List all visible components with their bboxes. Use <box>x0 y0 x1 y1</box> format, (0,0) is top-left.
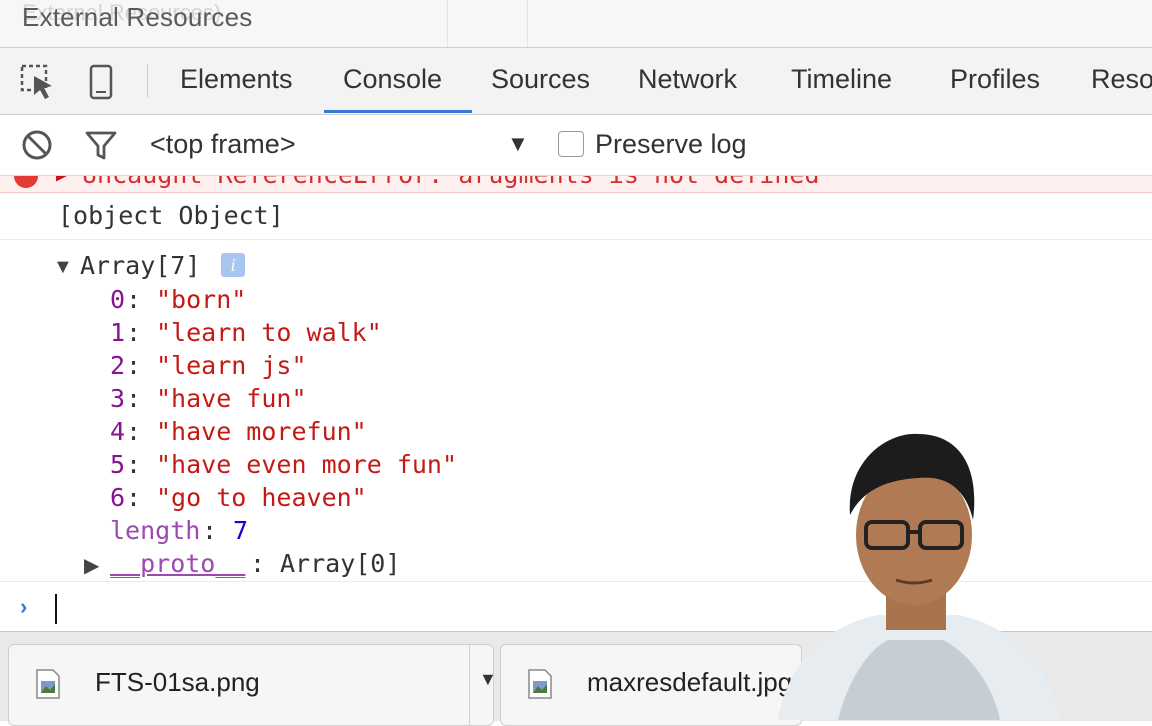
tab-sources[interactable]: Sources <box>491 64 590 95</box>
info-icon[interactable]: i <box>221 253 245 277</box>
prompt-caret-icon: › <box>20 594 28 619</box>
array-entry-index: 6 <box>110 483 126 512</box>
array-entry-index: 0 <box>110 285 126 314</box>
clear-console-icon[interactable] <box>20 128 54 162</box>
tab-elements[interactable]: Elements <box>180 64 293 95</box>
preserve-log-checkbox[interactable] <box>558 131 584 157</box>
error-icon <box>14 176 38 188</box>
collapse-arrow-icon[interactable]: ▼ <box>53 256 73 279</box>
proto-key[interactable]: __proto__ <box>110 549 245 578</box>
array-entry-index: 2 <box>110 351 126 380</box>
log-row: [object Object] <box>0 193 1152 240</box>
tab-profiles[interactable]: Profiles <box>950 64 1040 95</box>
colon: : <box>126 384 142 413</box>
active-tab-indicator <box>324 110 472 113</box>
download-item[interactable]: maxresdefault.jpg <box>500 644 802 726</box>
download-item[interactable]: FTS-01sa.png ▼ <box>8 644 497 726</box>
console-input-cursor[interactable] <box>55 594 57 624</box>
array-entry-value: "born" <box>156 285 247 314</box>
colon: : <box>126 417 142 446</box>
filter-icon[interactable] <box>84 128 118 162</box>
toolbar-divider <box>147 64 148 98</box>
console-toolbar: <top frame> ▼ Preserve log <box>0 115 1152 176</box>
tab-network[interactable]: Network <box>638 64 737 95</box>
devtools-tab-bar: Elements Console Sources Network Timelin… <box>0 48 1152 115</box>
tab-resources[interactable]: Reso <box>1091 64 1152 95</box>
array-entry-index: 4 <box>110 417 126 446</box>
download-filename: FTS-01sa.png <box>95 667 260 697</box>
log-text: [object Object] <box>58 201 284 230</box>
context-selector[interactable]: <top frame> <box>150 129 296 160</box>
presenter-webcam-overlay <box>778 433 1060 720</box>
array-entry-index: 3 <box>110 384 126 413</box>
window-title-bar: External Resources) External Resources <box>0 0 1152 48</box>
preserve-log-label[interactable]: Preserve log <box>595 129 747 160</box>
expand-arrow-icon[interactable]: ▶ <box>56 176 71 185</box>
expand-arrow-icon[interactable]: ▶ <box>84 553 99 578</box>
colon: : <box>126 285 142 314</box>
colon: : <box>126 351 142 380</box>
proto-value: Array[0] <box>280 549 401 578</box>
title-divider <box>447 0 448 47</box>
error-message-row[interactable]: ▶ Uncaught ReferenceError: arugments is … <box>0 176 1152 193</box>
chevron-down-icon[interactable]: ▼ <box>507 131 529 157</box>
colon: : <box>126 450 142 479</box>
length-value: 7 <box>233 516 249 545</box>
colon: : <box>250 549 266 578</box>
device-mode-icon[interactable] <box>82 62 122 102</box>
array-entry-index: 5 <box>110 450 126 479</box>
array-entry-value: "have even more fun" <box>156 450 458 479</box>
tab-console[interactable]: Console <box>343 64 442 95</box>
array-entry-value: "have fun" <box>156 384 307 413</box>
inspect-element-icon[interactable] <box>18 62 58 102</box>
image-file-icon <box>36 669 60 699</box>
tab-timeline[interactable]: Timeline <box>791 64 892 95</box>
download-filename: maxresdefault.jpg <box>587 667 793 697</box>
length-key: length <box>110 516 201 545</box>
array-entry-index: 1 <box>110 318 126 347</box>
colon: : <box>202 516 218 545</box>
array-entry-value: "learn js" <box>156 351 307 380</box>
array-entry-value: "have morefun" <box>156 417 367 446</box>
array-entry-value: "learn to walk" <box>156 318 382 347</box>
image-file-icon <box>528 669 552 699</box>
download-menu-icon[interactable]: ▼ <box>479 669 497 690</box>
array-label[interactable]: Array[7] <box>80 251 200 280</box>
colon: : <box>126 483 142 512</box>
window-title: External Resources <box>22 2 253 32</box>
download-divider <box>469 645 470 725</box>
colon: : <box>126 318 142 347</box>
array-entry-value: "go to heaven" <box>156 483 367 512</box>
title-divider <box>527 0 528 47</box>
error-text: Uncaught ReferenceError: arugments is no… <box>82 176 820 189</box>
